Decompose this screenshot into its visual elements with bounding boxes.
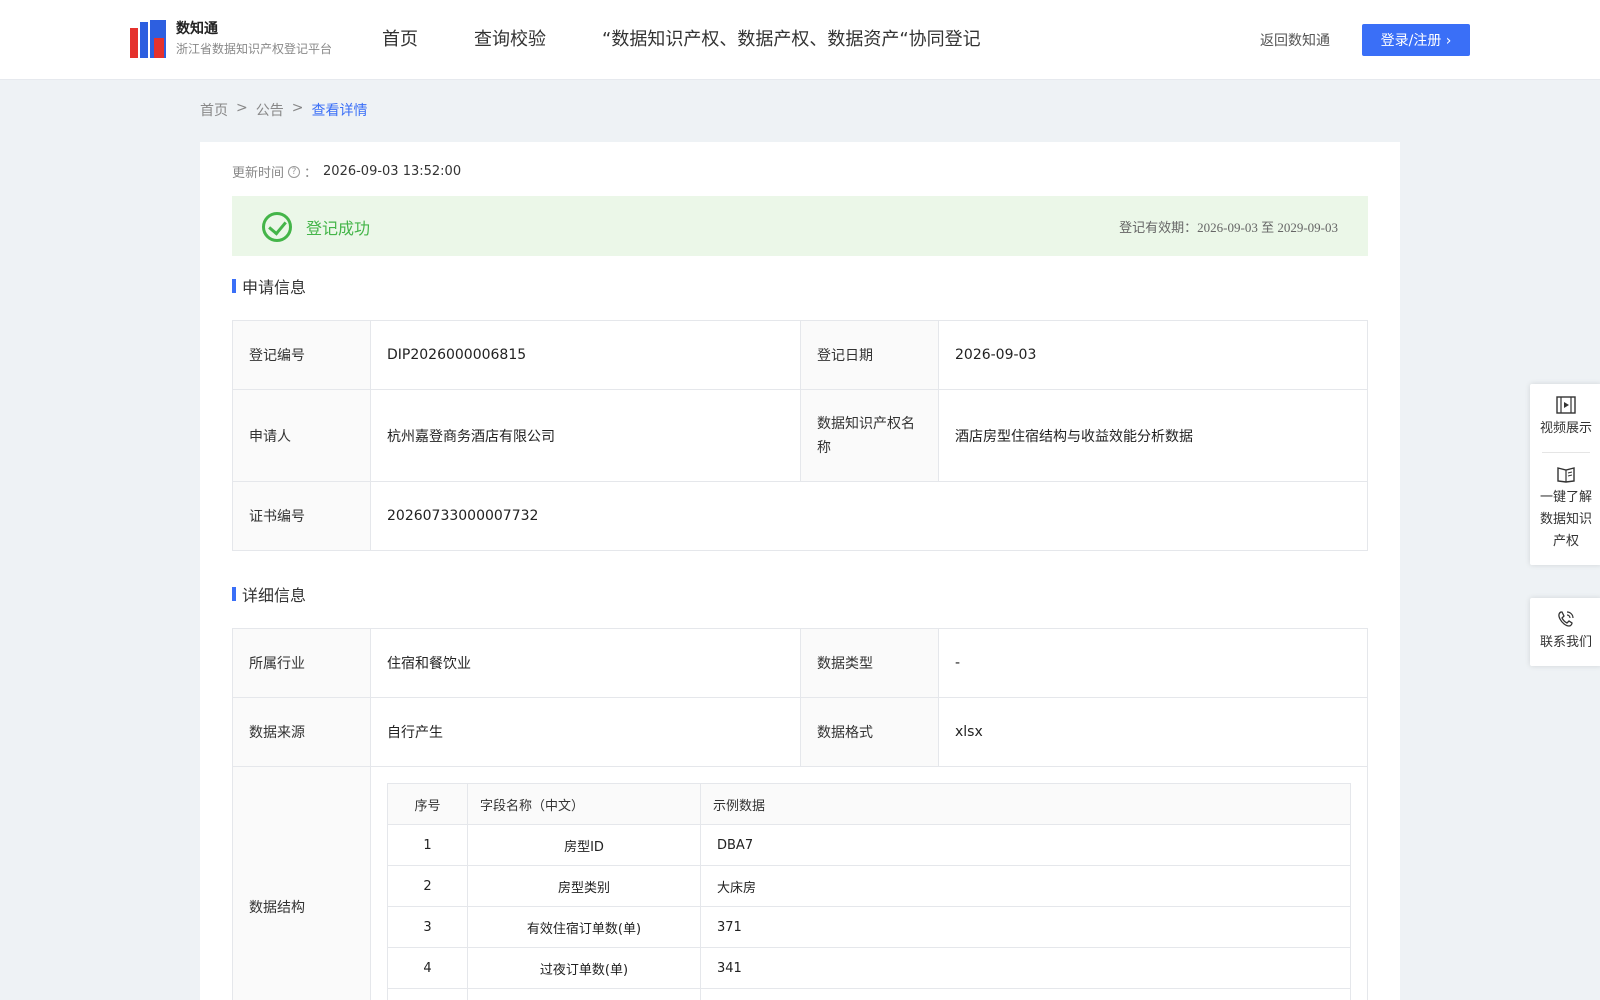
reg-no-value: DIP2026000006815	[370, 320, 801, 390]
data-type-label: 数据类型	[800, 628, 939, 698]
applicant-label: 申请人	[232, 389, 371, 482]
table-row: 1 房型ID DBA7	[387, 824, 1351, 866]
help-icon[interactable]: ?	[288, 165, 301, 178]
contact-us-button[interactable]: 联系我们	[1530, 598, 1600, 666]
table-row: 3 有效住宿订单数(单) 371	[387, 906, 1351, 948]
status-banner: 登记成功 登记有效期：2026-09-03 至 2029-09-03	[232, 196, 1368, 256]
reg-date-value: 2026-09-03	[938, 320, 1368, 390]
row-index: 4	[387, 947, 468, 989]
industry-value: 住宿和餐饮业	[370, 628, 801, 698]
col-field-name: 字段名称（中文）	[467, 783, 701, 825]
breadcrumb-notice[interactable]: 公告	[256, 100, 284, 120]
cert-no-label: 证书编号	[232, 481, 371, 551]
source-label: 数据来源	[232, 697, 371, 767]
structure-label: 数据结构	[232, 766, 371, 1000]
col-sample: 示例数据	[700, 783, 1351, 825]
row-field-name: 房型类别	[467, 865, 701, 907]
section-title-apply: 申请信息	[232, 274, 306, 298]
source-value: 自行产生	[370, 697, 801, 767]
update-time: 更新时间 ? ： 2026-09-03 13:52:00	[232, 162, 461, 181]
row-sample	[700, 988, 1351, 1000]
phone-icon	[1558, 611, 1574, 627]
nav-query[interactable]: 查询校验	[474, 28, 546, 52]
main-nav: 首页 查询校验 “数据知识产权、数据产权、数据资产“协同登记	[382, 28, 1037, 52]
site-logo[interactable]: 数知通 浙江省数据知识产权登记平台	[130, 20, 332, 58]
nav-home[interactable]: 首页	[382, 28, 418, 52]
format-value: xlsx	[938, 697, 1368, 767]
section-title-detail: 详细信息	[232, 582, 306, 606]
update-colon: ：	[304, 166, 318, 181]
row-field-name: 有效住宿订单数(单)	[467, 906, 701, 948]
login-register-button[interactable]: 登录/注册 ›	[1362, 24, 1470, 56]
nav-joint-register[interactable]: “数据知识产权、数据产权、数据资产“协同登记	[602, 28, 981, 52]
book-icon	[1557, 467, 1575, 483]
data-type-value: -	[938, 628, 1368, 698]
breadcrumb-home[interactable]: 首页	[200, 100, 228, 120]
ip-name-value: 酒店房型住宿结构与收益效能分析数据	[938, 389, 1368, 482]
row-field-name: 过夜订单数(单)	[467, 947, 701, 989]
format-label: 数据格式	[800, 697, 939, 767]
contact-label: 联系我们	[1539, 635, 1592, 650]
update-value: 2026-09-03 13:52:00	[323, 164, 462, 179]
industry-label: 所属行业	[232, 628, 371, 698]
logo-icon	[130, 20, 166, 58]
video-icon	[1556, 396, 1576, 414]
logo-title: 数知通	[176, 21, 218, 37]
contact-float-panel: 联系我们	[1530, 598, 1600, 666]
reg-no-label: 登记编号	[232, 320, 371, 390]
col-index: 序号	[387, 783, 468, 825]
apply-info-table: 登记编号 DIP2026000006815 登记日期 2026-09-03 申请…	[232, 320, 1368, 551]
row-sample: 341	[700, 947, 1351, 989]
row-index: 1	[387, 824, 468, 866]
cert-no-value: 20260733000007732	[370, 481, 1368, 551]
detail-card: 更新时间 ? ： 2026-09-03 13:52:00 登记成功 登记有效期：…	[200, 142, 1400, 1000]
table-row: 2 房型类别 大床房	[387, 865, 1351, 907]
breadcrumb: 首页 > 公告 > 查看详情	[200, 100, 375, 120]
row-field-name	[467, 988, 701, 1000]
validity-period: 登记有效期：2026-09-03 至 2029-09-03	[1119, 220, 1338, 235]
logo-subtitle: 浙江省数据知识产权登记平台	[176, 42, 333, 56]
breadcrumb-sep: >	[291, 100, 304, 116]
row-sample: 371	[700, 906, 1351, 948]
ip-name-label: 数据知识产权名称	[800, 389, 939, 482]
data-structure-table: 序号 字段名称（中文） 示例数据 1 房型ID DBA7 2 房型类别 大床房	[387, 783, 1351, 1000]
structure-cell: 序号 字段名称（中文） 示例数据 1 房型ID DBA7 2 房型类别 大床房	[370, 766, 1368, 1000]
detail-info-table: 所属行业 住宿和餐饮业 数据类型 - 数据来源 自行产生 数据格式 xlsx 数…	[232, 628, 1368, 1000]
back-link[interactable]: 返回数知通	[1260, 30, 1330, 50]
video-label: 视频展示	[1539, 421, 1592, 436]
row-index: 2	[387, 865, 468, 907]
top-header: 数知通 浙江省数据知识产权登记平台 首页 查询校验 “数据知识产权、数据产权、数…	[0, 0, 1600, 80]
check-circle-icon	[262, 212, 292, 242]
breadcrumb-sep: >	[236, 100, 248, 116]
structure-header-row: 序号 字段名称（中文） 示例数据	[387, 783, 1351, 825]
table-row	[387, 988, 1351, 1000]
applicant-value: 杭州嘉登商务酒店有限公司	[370, 389, 801, 482]
learn-ip-button[interactable]: 一键了解数据知识产权	[1530, 453, 1600, 565]
learn-label: 一键了解数据知识产权	[1539, 490, 1592, 549]
row-index: 3	[387, 906, 468, 948]
row-sample: DBA7	[700, 824, 1351, 866]
row-index	[387, 988, 468, 1000]
row-field-name: 房型ID	[467, 824, 701, 866]
update-label: 更新时间	[232, 166, 285, 181]
reg-date-label: 登记日期	[800, 320, 939, 390]
video-showcase-button[interactable]: 视频展示	[1530, 384, 1600, 452]
row-sample: 大床房	[700, 865, 1351, 907]
status-label: 登记成功	[306, 219, 371, 238]
table-row: 4 过夜订单数(单) 341	[387, 947, 1351, 989]
breadcrumb-current: 查看详情	[311, 103, 368, 119]
side-float-panel: 视频展示 一键了解数据知识产权	[1530, 384, 1600, 565]
